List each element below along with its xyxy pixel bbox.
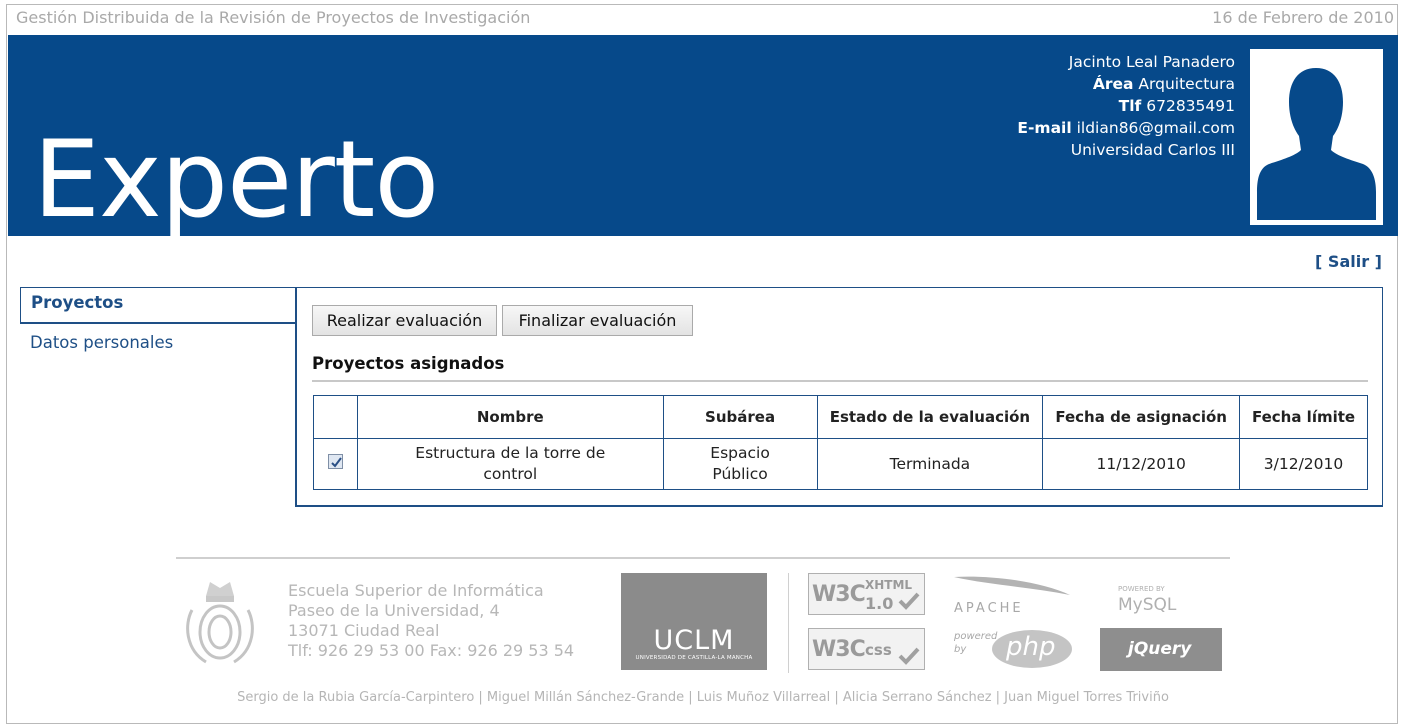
area-value: Arquitectura: [1138, 75, 1235, 93]
row-checkbox[interactable]: [327, 453, 343, 469]
email-value: ildian86@gmail.com: [1076, 119, 1235, 137]
user-phone: Tlf 672835491: [1017, 95, 1235, 117]
user-area: Área Arquitectura: [1017, 73, 1235, 95]
realizar-evaluacion-button[interactable]: Realizar evaluación: [312, 305, 497, 336]
uclm-subtitle: UNIVERSIDAD DE CASTILLA-LA MANCHA: [635, 655, 753, 661]
header-estado: Estado de la evaluación: [816, 395, 1044, 439]
email-label: E-mail: [1017, 119, 1072, 137]
header-fecha-asignacion: Fecha de asignación: [1042, 395, 1241, 439]
current-date: 16 de Febrero de 2010: [1212, 8, 1394, 27]
mysql-powered: POWERED BY: [1118, 585, 1165, 593]
checkmark-icon: [898, 647, 920, 665]
cell-estado: Terminada: [816, 438, 1044, 490]
cell-fecha-asignacion: 11/12/2010: [1042, 438, 1241, 490]
role-title: Experto: [33, 118, 439, 236]
select-cell: [313, 438, 358, 490]
uclm-logo[interactable]: UCLM UNIVERSIDAD DE CASTILLA-LA MANCHA: [621, 573, 767, 670]
sidebar-item-proyectos[interactable]: Proyectos: [20, 287, 296, 324]
address-line: Escuela Superior de Informática: [288, 581, 544, 600]
header-nombre: Nombre: [356, 395, 664, 439]
cell-subarea: Espacio Público: [662, 438, 818, 490]
cell-fecha-limite: 3/12/2010: [1239, 438, 1368, 490]
main-panel: Realizar evaluación Finalizar evaluación…: [295, 287, 1383, 507]
sidebar: Proyectos Datos personales: [20, 287, 296, 357]
top-bar: Gestión Distribuida de la Revisión de Pr…: [16, 8, 1394, 28]
css-label: css: [865, 641, 892, 659]
w3c-css-badge[interactable]: W3C css: [808, 628, 925, 670]
table-header-row: Nombre Subárea Estado de la evaluación F…: [313, 395, 1368, 439]
header-subarea: Subárea: [662, 395, 818, 439]
header-select: [313, 395, 358, 439]
section-divider: [312, 380, 1368, 382]
apache-label: APACHE: [954, 601, 1024, 616]
check-icon: [331, 456, 342, 468]
section-title: Proyectos asignados: [312, 354, 505, 373]
table-row[interactable]: Estructura de la torre de control Espaci…: [313, 438, 1368, 490]
w3c-logo-text: W3C: [812, 582, 866, 607]
finalizar-evaluacion-button[interactable]: Finalizar evaluación: [502, 305, 693, 336]
php-label: php: [1006, 632, 1056, 662]
apache-feather-icon: [954, 576, 1070, 595]
checkmark-icon: [898, 592, 920, 610]
phone-label: Tlf: [1118, 97, 1142, 115]
footer-divider: [176, 557, 1230, 559]
footer-address: Escuela Superior de Informática Paseo de…: [288, 581, 574, 661]
role-banner: Experto Jacinto Leal Panadero Área Arqui…: [8, 35, 1398, 236]
xhtml-label: XHTML: [865, 578, 913, 592]
xhtml-version: 1.0: [865, 594, 894, 613]
w3c-xhtml-badge[interactable]: W3C XHTML 1.0: [808, 573, 925, 615]
user-photo: [1250, 49, 1383, 225]
jquery-badge[interactable]: jQuery: [1100, 628, 1222, 671]
cell-nombre: Estructura de la torre de control: [356, 438, 664, 490]
php-powered: powered by: [954, 631, 998, 655]
area-label: Área: [1092, 75, 1134, 93]
jquery-label: jQuery: [1128, 639, 1192, 659]
w3c-logo-text: W3C: [812, 637, 866, 662]
user-email: E-mail ildian86@gmail.com: [1017, 117, 1235, 139]
user-silhouette-icon: [1251, 50, 1382, 224]
phone-value: 672835491: [1146, 97, 1235, 115]
user-info: Jacinto Leal Panadero Área Arquitectura …: [1017, 51, 1235, 161]
user-name: Jacinto Leal Panadero: [1068, 53, 1235, 71]
university-seal-icon: [176, 570, 264, 670]
user-university: Universidad Carlos III: [1070, 141, 1235, 159]
mysql-badge[interactable]: POWERED BY MySQL: [1104, 573, 1220, 617]
apache-badge[interactable]: APACHE: [950, 573, 1074, 617]
logout-link[interactable]: [ Salir ]: [1315, 252, 1382, 271]
site-title: Gestión Distribuida de la Revisión de Pr…: [16, 8, 531, 27]
sidebar-item-datos-personales[interactable]: Datos personales: [20, 328, 296, 357]
mysql-label: MySQL: [1118, 595, 1177, 615]
footer-credits: Sergio de la Rubia García-Carpintero | M…: [237, 690, 1169, 705]
footer-separator: [788, 573, 789, 673]
projects-table: Nombre Subárea Estado de la evaluación F…: [313, 395, 1368, 490]
header-fecha-limite: Fecha límite: [1239, 395, 1368, 439]
uclm-name: UCLM: [653, 625, 735, 656]
address-line: 13071 Ciudad Real: [288, 621, 440, 640]
address-line: Paseo de la Universidad, 4: [288, 601, 500, 620]
address-line: Tlf: 926 29 53 00 Fax: 926 29 53 54: [288, 641, 575, 660]
php-badge[interactable]: powered by php: [950, 626, 1074, 672]
